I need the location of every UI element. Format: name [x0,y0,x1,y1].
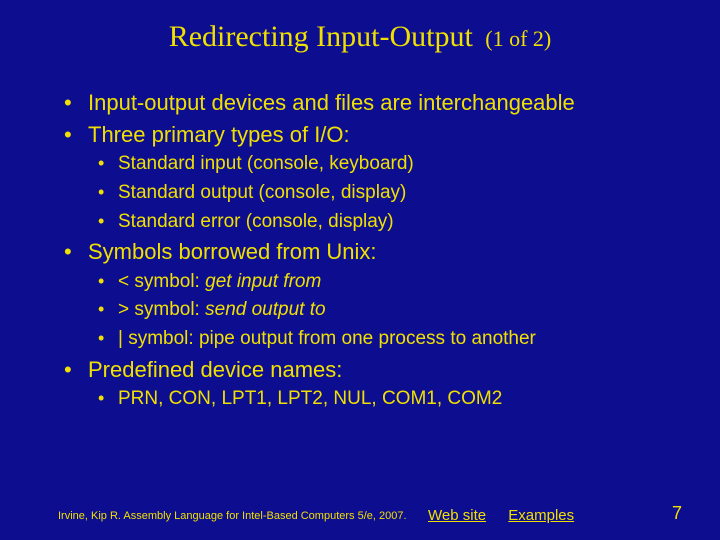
bullet: Predefined device names: [60,355,670,385]
footer-links: Web site Examples [428,507,592,524]
slide: Redirecting Input-Output (1 of 2) Input-… [0,0,720,540]
slide-body: Input-output devices and files are inter… [60,88,670,415]
page-number: 7 [672,503,682,524]
bullet-text: < symbol: [118,271,205,292]
bullet-text: > symbol: [118,299,205,320]
examples-link[interactable]: Examples [508,507,574,524]
bullet: < symbol: get input from [60,269,670,296]
bullet: Three primary types of I/O: [60,120,670,150]
title-line: Redirecting Input-Output (1 of 2) [0,20,720,54]
web-site-link[interactable]: Web site [428,507,486,524]
bullet: Symbols borrowed from Unix: [60,237,670,267]
bullet-em: get input from [205,271,321,292]
bullet: Input-output devices and files are inter… [60,88,670,118]
bullet-em: send output to [205,299,325,320]
slide-title-suffix: (1 of 2) [485,26,551,51]
bullet: PRN, CON, LPT1, LPT2, NUL, COM1, COM2 [60,386,670,413]
footer-citation: Irvine, Kip R. Assembly Language for Int… [58,510,407,522]
bullet: Standard output (console, display) [60,180,670,207]
bullet: Standard error (console, display) [60,209,670,236]
bullet: > symbol: send output to [60,297,670,324]
bullet: Standard input (console, keyboard) [60,151,670,178]
slide-title: Redirecting Input-Output [169,20,473,53]
bullet: | symbol: pipe output from one process t… [60,326,670,353]
